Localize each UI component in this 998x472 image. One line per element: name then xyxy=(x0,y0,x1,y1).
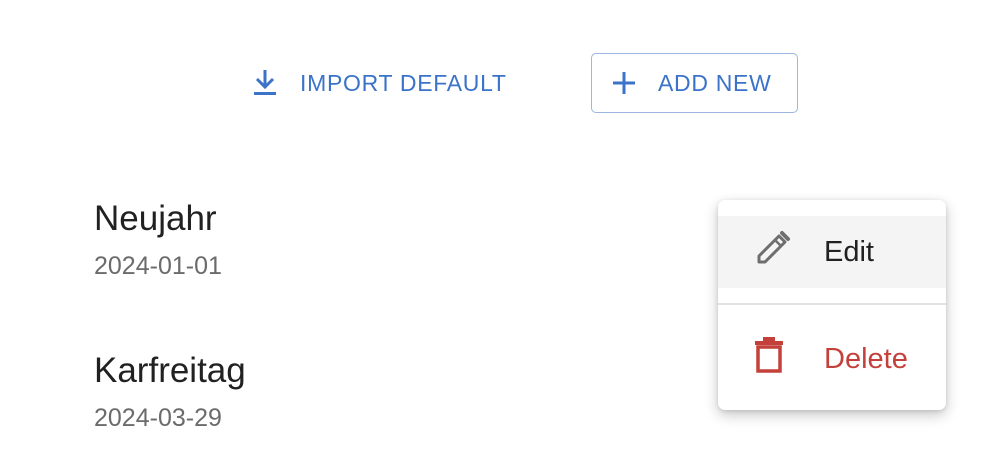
holiday-name: Karfreitag xyxy=(94,351,246,390)
list-item[interactable]: Neujahr 2024-01-01 xyxy=(94,199,222,281)
menu-divider xyxy=(718,303,946,305)
list-item[interactable]: Karfreitag 2024-03-29 xyxy=(94,351,246,433)
plus-icon xyxy=(612,71,636,95)
add-new-button[interactable]: ADD NEW xyxy=(591,53,798,113)
holiday-name: Neujahr xyxy=(94,199,217,238)
download-icon xyxy=(252,68,278,98)
add-new-label: ADD NEW xyxy=(658,69,772,96)
holiday-date: 2024-03-29 xyxy=(94,404,222,432)
trash-icon xyxy=(754,336,784,382)
page: IMPORT DEFAULT ADD NEW Neujahr 2024-01-0… xyxy=(0,0,998,472)
delete-label: Delete xyxy=(824,342,908,375)
pencil-icon xyxy=(754,229,792,275)
holiday-date: 2024-01-01 xyxy=(94,252,222,280)
import-default-button[interactable]: IMPORT DEFAULT xyxy=(244,54,515,112)
context-menu: Edit Delete xyxy=(718,200,946,410)
delete-menu-item[interactable]: Delete xyxy=(718,322,946,396)
edit-label: Edit xyxy=(824,235,874,268)
import-default-label: IMPORT DEFAULT xyxy=(300,69,507,96)
edit-menu-item[interactable]: Edit xyxy=(718,216,946,288)
